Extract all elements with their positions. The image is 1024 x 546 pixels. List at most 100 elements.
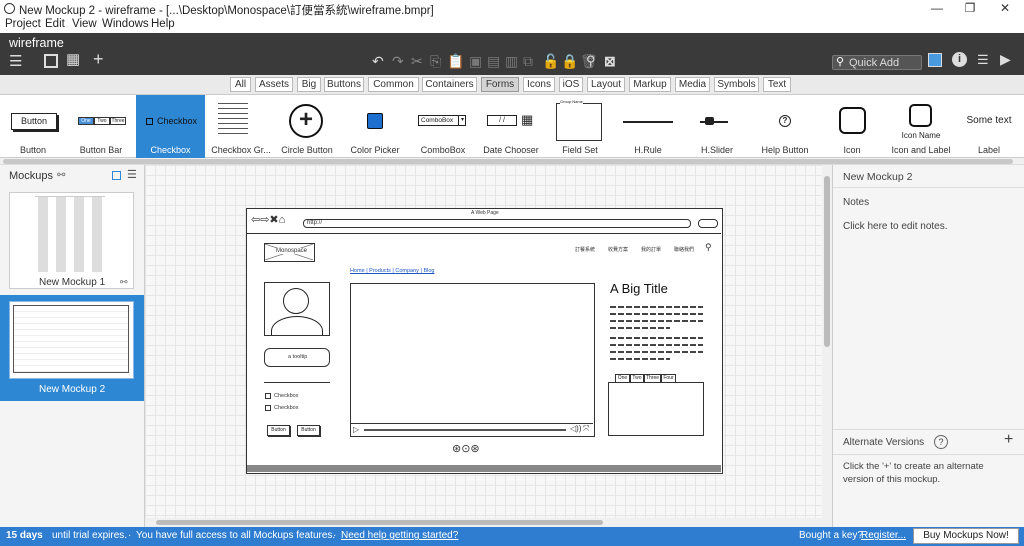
copy-icon: ⎘	[430, 53, 442, 69]
key-text: Bought a key?	[799, 530, 863, 541]
mockup-button-2: Button	[297, 425, 320, 436]
component-field-set[interactable]: Group Name Field Set	[550, 95, 610, 158]
component-combobox[interactable]: ComboBox ▾ ComboBox	[412, 95, 474, 158]
help-icon: ?	[779, 115, 791, 127]
filter-all[interactable]: All	[230, 77, 251, 92]
component-icon-and-label[interactable]: Icon Name Icon and Label	[890, 95, 952, 158]
undo-icon[interactable]: ↶	[372, 54, 384, 68]
notes-editor[interactable]: Click here to edit notes.	[843, 221, 948, 232]
mockup-thumbnail-2[interactable]	[9, 301, 134, 379]
component-checkbox-group[interactable]: Checkbox Gr...	[209, 95, 273, 158]
buy-button[interactable]: Buy Mockups Now!	[913, 528, 1019, 544]
filter-containers[interactable]: Containers	[422, 77, 477, 92]
menu-windows[interactable]: Windows	[102, 18, 149, 30]
menu-view[interactable]: View	[72, 18, 97, 30]
component-checkbox[interactable]: Checkbox Checkbox	[136, 95, 205, 158]
text-scribble	[610, 320, 703, 322]
inspector-icon[interactable]: ☰	[977, 53, 989, 67]
filter-text[interactable]: Text	[763, 77, 791, 92]
filter-media[interactable]: Media	[675, 77, 710, 92]
grid-view-icon[interactable]: ▦	[66, 52, 80, 67]
account-icon[interactable]	[928, 53, 942, 67]
restore-button[interactable]: ❐	[955, 0, 985, 17]
menu-project[interactable]: Project	[5, 18, 41, 30]
field-set-preview: Group Name	[556, 99, 602, 141]
video-controls-divider	[351, 423, 593, 424]
menu-help[interactable]: Help	[151, 18, 175, 30]
help-link[interactable]: Need help getting started?	[341, 530, 458, 541]
component-label-text: Label	[977, 145, 1001, 155]
mockup-thumbnail-1[interactable]	[9, 192, 134, 289]
search-icon[interactable]: ⚲	[586, 54, 596, 68]
quick-add-input[interactable]	[849, 56, 921, 69]
paste-icon[interactable]: 📋	[447, 54, 464, 68]
component-scrollbar[interactable]	[0, 158, 1024, 165]
mockup-name-2[interactable]: New Mockup 2	[39, 384, 105, 395]
component-date-chooser[interactable]: / / ▦ Date Chooser	[480, 95, 542, 158]
mockups-panel-header: Mockups ⚯ ☰	[0, 165, 145, 187]
canvas-horizontal-scrollbar[interactable]	[145, 518, 832, 527]
project-name: wireframe	[9, 36, 64, 50]
component-color-picker[interactable]: Color Picker	[345, 95, 405, 158]
avatar-face	[283, 288, 309, 314]
component-label[interactable]: Some text Label	[958, 95, 1020, 158]
mockup-button-1: Button	[267, 425, 290, 436]
checkbox-2	[265, 405, 271, 411]
filter-common[interactable]: Common	[368, 77, 419, 92]
register-link[interactable]: Register...	[861, 530, 906, 541]
filter-icons[interactable]: Icons	[523, 77, 555, 92]
full-screen-icon[interactable]: ⊠	[604, 54, 616, 68]
help-icon[interactable]: ?	[934, 435, 948, 449]
filter-big[interactable]: Big	[297, 77, 321, 92]
mockup-name-1[interactable]: New Mockup 1	[39, 277, 105, 288]
info-icon[interactable]: i	[952, 52, 967, 67]
list-view-icon[interactable]: ☰	[127, 168, 137, 181]
h-slider-handle	[705, 117, 714, 125]
browser-chrome: A Web Page ⇦⇨✖⌂ http://	[247, 209, 721, 234]
hamburger-menu-icon[interactable]: ☰	[9, 54, 22, 69]
canvas-vertical-scrollbar[interactable]	[822, 165, 832, 518]
menu-edit[interactable]: Edit	[45, 18, 65, 30]
filter-markup[interactable]: Markup	[629, 77, 671, 92]
presentation-icon[interactable]: ▶	[1000, 52, 1011, 66]
component-h-rule[interactable]: H.Rule	[617, 95, 679, 158]
filter-layout[interactable]: Layout	[587, 77, 625, 92]
horizontal-scroll-thumb[interactable]	[156, 520, 603, 525]
access-text: You have full access to all Mockups feat…	[136, 530, 336, 541]
plus-icon: +	[289, 104, 323, 138]
component-scroll-thumb[interactable]	[3, 159, 1013, 164]
close-button[interactable]: ✕	[990, 0, 1020, 17]
video-progress	[364, 429, 566, 431]
text-scribble	[610, 306, 703, 308]
text-scribble	[610, 337, 703, 339]
add-alternate-icon[interactable]: +	[1004, 431, 1013, 449]
filter-forms[interactable]: Forms	[481, 77, 519, 92]
divider	[833, 187, 1024, 188]
nav-link-4: 聯絡我們	[674, 247, 695, 253]
thumbnail-view-icon[interactable]	[112, 171, 121, 180]
panel-toggle-icon[interactable]	[44, 54, 58, 68]
filter-buttons[interactable]: Buttons	[324, 77, 364, 92]
minimize-button[interactable]: —	[922, 0, 952, 17]
app-icon	[4, 3, 15, 14]
add-icon[interactable]: +	[93, 50, 104, 68]
mockup-name-field[interactable]: New Mockup 2	[843, 171, 912, 183]
filter-symbols[interactable]: Symbols	[714, 77, 759, 92]
component-circle-button[interactable]: + Circle Button	[276, 95, 338, 158]
logo-placeholder: Monospace	[264, 243, 315, 262]
component-icon[interactable]: Icon	[822, 95, 882, 158]
component-button-bar[interactable]: One Two Three Button Bar	[70, 95, 132, 158]
avatar-body	[271, 316, 323, 335]
filter-ios[interactable]: iOS	[559, 77, 583, 92]
quick-add-field[interactable]: ⚲	[832, 55, 922, 70]
component-help-button[interactable]: ? Help Button	[755, 95, 815, 158]
canvas[interactable]: A Web Page ⇦⇨✖⌂ http:// Monospace 訂餐系統 收…	[145, 165, 822, 518]
vertical-scroll-thumb[interactable]	[824, 176, 830, 347]
component-label: Button	[19, 145, 47, 155]
web-page-mockup[interactable]: A Web Page ⇦⇨✖⌂ http:// Monospace 訂餐系統 收…	[246, 208, 723, 474]
ungroup-icon: ▤	[487, 53, 501, 69]
filter-assets[interactable]: Assets	[255, 77, 293, 92]
component-h-slider[interactable]: H.Slider	[686, 95, 748, 158]
link-icon[interactable]: ⚯	[57, 170, 65, 181]
component-button[interactable]: Button Button	[3, 95, 63, 158]
